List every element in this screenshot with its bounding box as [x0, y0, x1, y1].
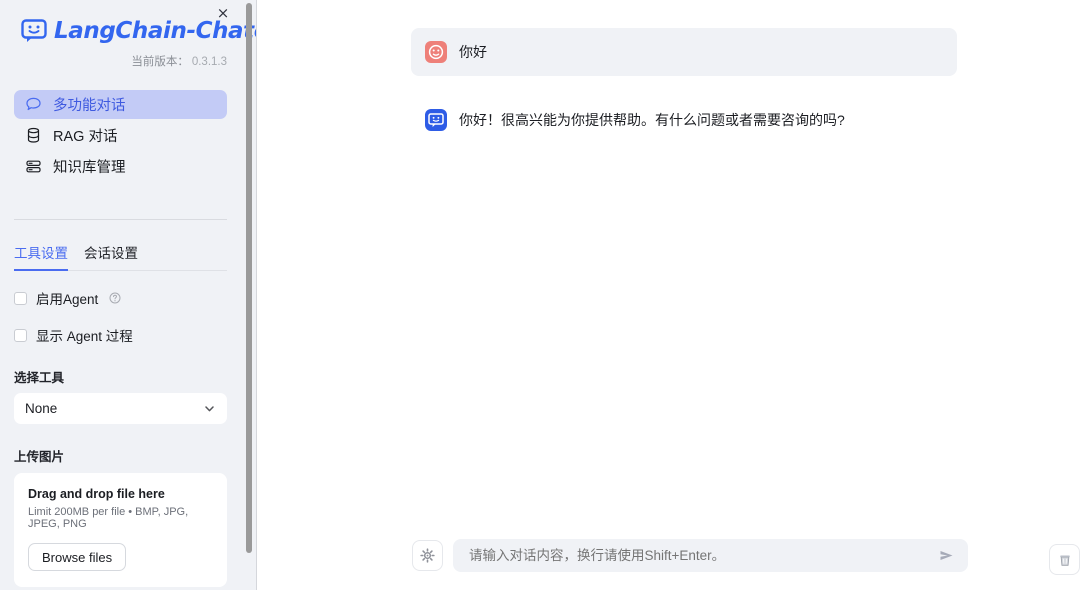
chat-smiley-logo-icon — [21, 19, 47, 43]
chat-input[interactable] — [467, 546, 937, 564]
upload-label: 上传图片 — [14, 450, 65, 464]
main-panel: 你好 你好！很高兴能为你提供帮助。有什么问题或者需要咨询的吗? — [257, 0, 1080, 590]
chat-message-assistant: 你好！很高兴能为你提供帮助。有什么问题或者需要咨询的吗? — [411, 96, 859, 144]
tool-select[interactable]: None — [14, 393, 227, 424]
version-value: 0.3.1.3 — [191, 56, 227, 68]
chevron-down-icon — [203, 402, 216, 415]
chat-message-text: 你好 — [459, 44, 487, 60]
sidebar-item-rag-chat[interactable]: RAG 对话 — [14, 121, 227, 150]
browse-files-button[interactable]: Browse files — [28, 543, 127, 571]
enable-agent-label: 启用Agent — [36, 292, 99, 307]
sidebar-item-knowledge-base[interactable]: 知识库管理 — [14, 152, 227, 181]
gear-icon[interactable] — [412, 539, 443, 571]
assistant-chat-avatar — [425, 109, 447, 131]
sidebar-item-label: 多功能对话 — [53, 98, 126, 114]
version-row: 当前版本： 0.3.1.3 — [14, 53, 227, 69]
chat-input-wrapper[interactable] — [453, 538, 968, 572]
checkbox-row-show-agent-process[interactable]: 显示 Agent 过程 — [14, 325, 227, 345]
composer — [412, 530, 968, 580]
chat-message-text: 你好！很高兴能为你提供帮助。有什么问题或者需要咨询的吗? — [459, 112, 845, 128]
checkbox-row-enable-agent[interactable]: 启用Agent — [14, 288, 227, 308]
tab-tool-settings[interactable]: 工具设置 — [14, 242, 68, 271]
database-icon — [25, 127, 42, 144]
sidebar-item-label: 知识库管理 — [53, 160, 126, 176]
show-agent-process-label: 显示 Agent 过程 — [36, 329, 133, 344]
upload-drag-title: Drag and drop file here — [28, 487, 165, 501]
sidebar-divider — [14, 219, 227, 220]
sidebar-scrollbar-thumb[interactable] — [246, 3, 252, 553]
tool-select-label: 选择工具 — [14, 371, 65, 385]
sidebar-content: × LangChain-Chatchat 当前版本：0.3.1.3 — [0, 0, 257, 590]
sidebar-item-label: RAG 对话 — [53, 129, 118, 145]
sidebar-nav: 多功能对话 RAG 对话 知识库管理 — [14, 90, 227, 181]
sidebar-item-multifunction-chat[interactable]: 多功能对话 — [14, 90, 227, 119]
tool-select-value: None — [25, 401, 58, 416]
enable-agent-checkbox[interactable] — [14, 291, 27, 305]
close-sidebar-button[interactable]: × — [214, 4, 232, 22]
brand: LangChain-Chatchat — [21, 18, 257, 44]
upload-limits: Limit 200MB per file • BMP, JPG, JPEG, P… — [28, 506, 189, 530]
chat-message-list: 你好 你好！很高兴能为你提供帮助。有什么问题或者需要咨询的吗? — [257, 0, 1080, 520]
trash-icon[interactable] — [1049, 544, 1080, 575]
chat-bubble-icon — [25, 96, 42, 113]
settings-tabs: 工具设置 会话设置 — [14, 242, 227, 271]
user-face-avatar — [425, 41, 447, 63]
file-upload-dropzone[interactable]: Drag and drop file here Limit 200MB per … — [14, 473, 227, 587]
sidebar: × LangChain-Chatchat 当前版本：0.3.1.3 — [0, 0, 257, 590]
show-agent-process-checkbox[interactable] — [14, 328, 27, 342]
version-label: 当前版本： — [131, 56, 189, 68]
sidebar-scrollbar[interactable] — [246, 0, 256, 590]
send-arrow-icon[interactable] — [937, 546, 956, 565]
layers-list-icon — [25, 158, 42, 175]
tab-session-settings[interactable]: 会话设置 — [84, 242, 138, 271]
chat-message-user: 你好 — [411, 28, 957, 76]
help-circle-icon[interactable] — [109, 292, 121, 304]
app-root: × LangChain-Chatchat 当前版本：0.3.1.3 — [0, 0, 1080, 590]
